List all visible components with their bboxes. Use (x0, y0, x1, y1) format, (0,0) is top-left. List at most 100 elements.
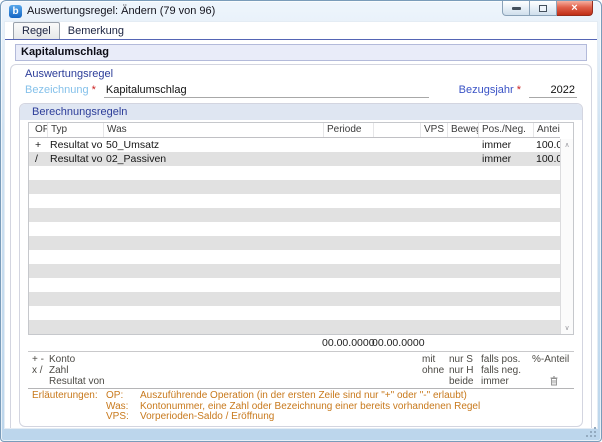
cell-anteil: 100.00% (536, 139, 560, 151)
table-row-empty[interactable] (29, 278, 560, 292)
note-term: VPS: (106, 411, 129, 422)
legend-posneg: immer (481, 376, 509, 387)
bezeichnung-input[interactable]: Kapitalumschlag (103, 84, 429, 98)
legend-row: x / Zahl ohne nur H falls neg. (28, 365, 561, 376)
group-berechnungsregeln: Berechnungsregeln OP Typ Was (19, 103, 583, 427)
scroll-down-button[interactable]: ∨ (561, 322, 573, 334)
cell-typ: Resultat von (50, 139, 103, 151)
cell-periode-bis (373, 138, 420, 152)
legend-anteil: %-Anteil (532, 354, 570, 365)
window-title: Auswertungsregel: Ändern (79 von 96) (27, 5, 216, 17)
maximize-icon (539, 4, 547, 12)
column-header[interactable]: Beweg. (447, 123, 478, 137)
table-row-empty[interactable] (29, 236, 560, 250)
bottom-frame (1, 429, 601, 441)
trash-icon (550, 376, 558, 386)
table-row-empty[interactable] (29, 264, 560, 278)
table-row[interactable]: / Resultat von 02_Passiven immer 100.00% (29, 152, 560, 166)
cell-periode (323, 152, 373, 166)
minimize-icon (511, 6, 521, 10)
legend-beweg: nur H (449, 365, 474, 376)
cell-was: 50_Umsatz (106, 139, 160, 151)
note-text: Vorperioden-Saldo / Eröffnung (140, 411, 275, 422)
column-header[interactable] (373, 123, 420, 137)
table-row-empty[interactable] (29, 222, 560, 236)
chevron-up-icon: ∧ (564, 140, 570, 149)
date-format-row: 00.00.0000 00.00.0000 (28, 335, 561, 351)
cell-vps (420, 138, 447, 152)
legend-op (28, 376, 46, 387)
table-row-empty[interactable] (29, 306, 560, 320)
bezugsjahr-label: Bezugsjahr (458, 84, 514, 96)
legend-row: Resultat von beide immer (28, 376, 561, 387)
column-header[interactable]: Typ (47, 123, 103, 137)
column-header[interactable]: Pos./Neg. (478, 123, 533, 137)
table-row-empty[interactable] (29, 180, 560, 194)
legend-beweg: beide (449, 376, 474, 387)
column-header[interactable]: Anteil (533, 123, 560, 137)
table-row-empty[interactable] (29, 250, 560, 264)
table-row-empty[interactable] (29, 194, 560, 208)
client-area: Regel Bemerkung Kapitalumschlag Auswertu… (4, 21, 598, 429)
note-row: VPS: Vorperioden-Saldo / Eröffnung (106, 411, 574, 423)
notes-heading: Erläuterungen: (32, 390, 98, 401)
group-auswertungsregel: Auswertungsregel Bezeichnung * Kapitalum… (10, 64, 592, 428)
cell-op: + (35, 139, 42, 151)
tab-label: Bemerkung (67, 25, 125, 37)
column-header[interactable]: Was (103, 123, 323, 137)
bezeichnung-label: Bezeichnung (25, 84, 89, 96)
date-format-hint: 00.00.0000 (322, 337, 375, 349)
close-button[interactable]: × (557, 1, 593, 16)
legend-anteil (532, 376, 561, 387)
table-row-empty[interactable] (29, 166, 560, 180)
tab[interactable]: Bemerkung (60, 23, 132, 39)
legend-beweg: nur S (449, 354, 473, 365)
group-auswertungsregel-title: Auswertungsregel (25, 68, 114, 80)
legend-posneg: falls neg. (481, 365, 522, 376)
rules-table: OP Typ Was Periode VPS (28, 122, 574, 335)
required-marker: * (91, 84, 96, 96)
legend: + - Konto mit nur S falls pos. %-Anteil … (28, 352, 569, 388)
cell-beweg (447, 152, 478, 166)
chevron-down-icon: ∨ (564, 323, 570, 332)
cell-op: / (35, 153, 38, 165)
column-header[interactable]: Periode (323, 123, 373, 137)
tab-label: Regel (22, 25, 51, 37)
tab-bar: Regel Bemerkung (5, 22, 597, 40)
rule-name-header: Kapitalumschlag (15, 44, 587, 61)
cell-posneg: immer (482, 153, 512, 165)
legend-row: + - Konto mit nur S falls pos. %-Anteil (28, 354, 569, 365)
title-bar[interactable]: b Auswertungsregel: Ändern (79 von 96) × (1, 1, 601, 21)
legend-posneg: falls pos. (481, 354, 521, 365)
resize-grip[interactable] (586, 427, 598, 439)
minimize-button[interactable] (502, 1, 530, 16)
required-marker: * (516, 84, 521, 96)
vertical-scrollbar[interactable]: ∧ ∨ (560, 139, 573, 334)
table-row-empty[interactable] (29, 208, 560, 222)
cell-periode-bis (373, 152, 420, 166)
table-body: + Resultat von 50_Umsatz immer 100.00% (29, 138, 560, 334)
cell-was: 02_Passiven (106, 153, 167, 165)
date-format-hint: 00.00.0000 (372, 337, 425, 349)
window-controls: × (502, 1, 593, 16)
note-text: Auszuführende Operation (in der ersten Z… (140, 390, 467, 401)
cell-typ: Resultat von (50, 153, 103, 165)
table-row-empty[interactable] (29, 292, 560, 306)
maximize-button[interactable] (530, 1, 557, 16)
legend-typ: Zahl (49, 365, 69, 376)
window: b Auswertungsregel: Ändern (79 von 96) ×… (0, 0, 602, 442)
fields-row: Bezeichnung * Kapitalumschlag Bezugsjahr… (11, 81, 591, 103)
table-row-empty[interactable] (29, 320, 560, 334)
cell-posneg: immer (482, 139, 512, 151)
table-header: OP Typ Was Periode VPS (29, 123, 560, 138)
tab[interactable]: Regel (13, 22, 60, 39)
close-icon: × (571, 1, 578, 14)
column-header[interactable]: OP (29, 123, 47, 137)
table-row[interactable]: + Resultat von 50_Umsatz immer 100.00% (29, 138, 560, 152)
group-berechnungsregeln-title: Berechnungsregeln (20, 104, 582, 120)
bezugsjahr-input[interactable]: 2022 (529, 84, 577, 98)
column-header[interactable]: VPS (420, 123, 447, 137)
scroll-up-button[interactable]: ∧ (561, 139, 573, 151)
legend-anteil (532, 365, 561, 376)
legend-vps: mit (422, 354, 436, 365)
